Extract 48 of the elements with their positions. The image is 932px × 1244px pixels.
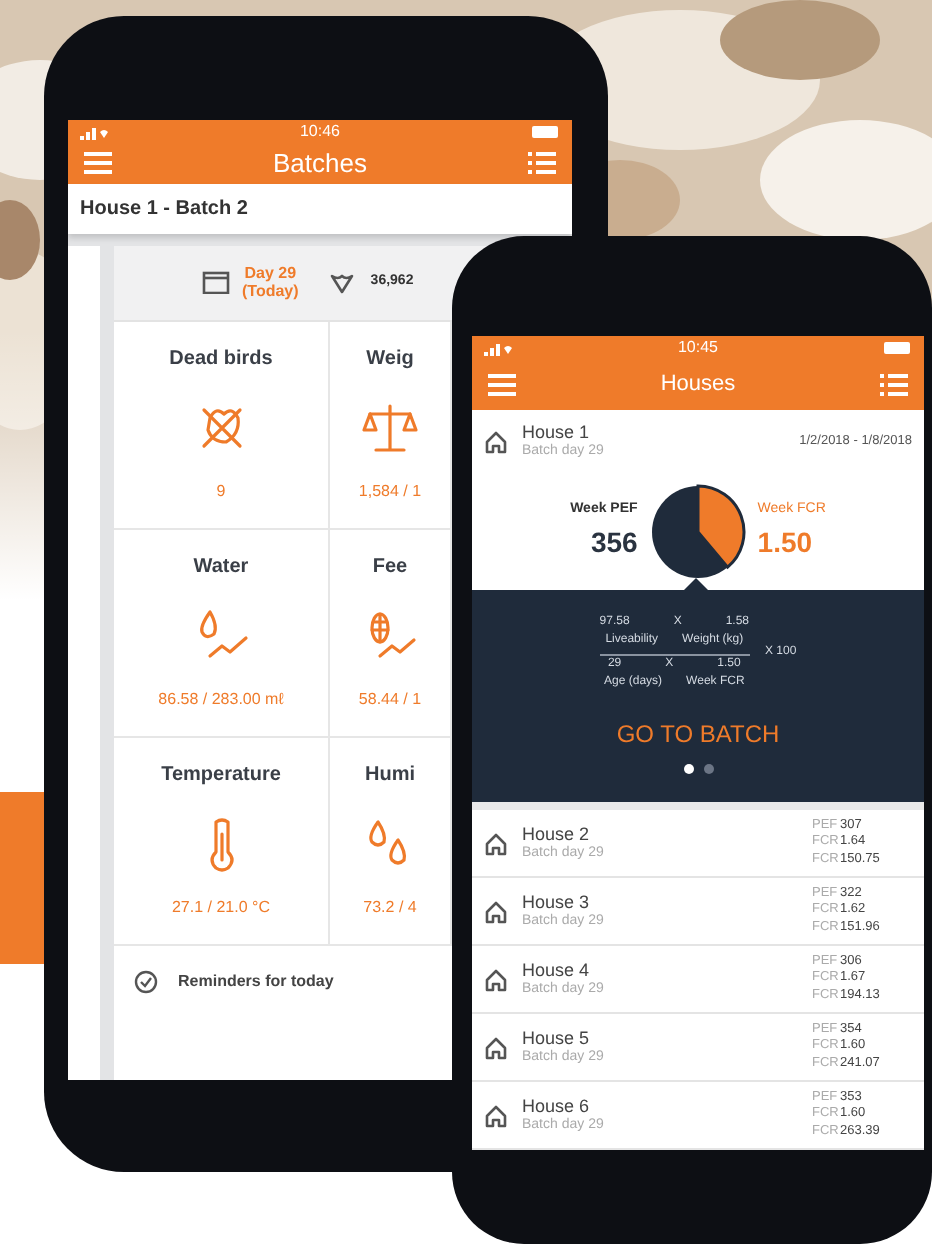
status-time: 10:45 xyxy=(677,336,719,360)
house-icon xyxy=(484,1103,508,1127)
house-icon xyxy=(484,831,508,855)
tile-label: Temperature xyxy=(161,762,281,790)
reminders-link[interactable]: Reminders for today xyxy=(178,969,334,993)
tile-value: 27.1 / 21.0 °C xyxy=(171,896,270,920)
tile-label: Water xyxy=(193,554,249,582)
house-icon xyxy=(484,1035,508,1059)
menu-icon[interactable] xyxy=(488,374,516,396)
menu-icon[interactable] xyxy=(84,152,112,175)
house-name: House 2 xyxy=(522,823,592,845)
go-to-batch-button[interactable]: GO TO BATCH xyxy=(616,716,780,752)
house-name: House 4 xyxy=(522,959,592,981)
tile-label: Humi xyxy=(365,762,415,790)
calendar-icon xyxy=(202,270,230,294)
day-label: Day 29 xyxy=(242,263,299,282)
house-icon xyxy=(484,899,508,923)
tile-value: 58.44 / 1 xyxy=(358,688,422,712)
signal-icon xyxy=(484,341,512,355)
today-label: (Today) xyxy=(242,282,299,301)
batch-title: House 1 - Batch 2 xyxy=(68,183,572,233)
list-view-icon[interactable] xyxy=(527,152,556,175)
pie-chart xyxy=(649,484,746,580)
tile-label: Dead birds xyxy=(169,346,273,374)
page-dot[interactable] xyxy=(703,764,713,774)
signal-icon xyxy=(80,125,108,139)
house-name: House 3 xyxy=(522,891,592,913)
screen-title: Batches xyxy=(273,146,367,182)
battery-icon xyxy=(532,126,560,138)
tile-value: 73.2 / 4 xyxy=(363,896,417,920)
page-dot[interactable] xyxy=(683,764,693,774)
house-icon xyxy=(484,967,508,991)
pef-value: 356 xyxy=(588,523,638,562)
check-circle-icon[interactable] xyxy=(134,969,158,993)
tile-value: 86.58 / 283.00 mℓ xyxy=(158,688,284,712)
tile-value: 1,584 / 1 xyxy=(358,480,422,504)
status-time: 10:46 xyxy=(299,120,341,144)
fcr-value: 1.50 xyxy=(757,523,815,562)
list-view-icon[interactable] xyxy=(879,374,908,396)
house-name: House 1 xyxy=(522,422,592,443)
house-name: House 5 xyxy=(522,1027,592,1049)
house-name: House 6 xyxy=(522,1095,592,1117)
battery-icon xyxy=(884,342,912,354)
tile-value: 9 xyxy=(216,480,226,504)
screen-title: Houses xyxy=(660,370,736,401)
tile-label: Fee xyxy=(372,554,408,582)
house-icon xyxy=(484,430,508,454)
tile-label: Weig xyxy=(366,346,414,374)
